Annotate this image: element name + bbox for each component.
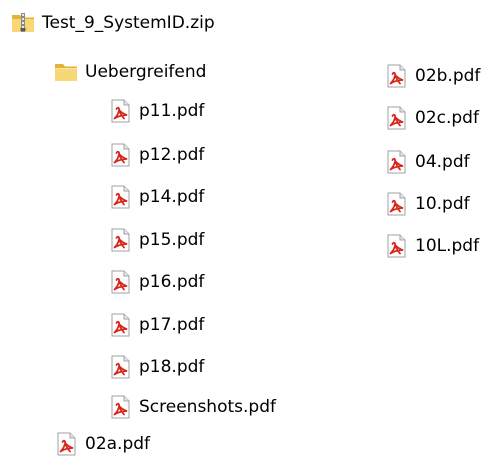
tree-item-pdf-file[interactable]: Screenshots.pdf bbox=[107, 393, 276, 421]
tree-item-root-zip[interactable]: Test_9_SystemID.zip bbox=[10, 9, 215, 37]
tree-item-pdf-file[interactable]: p15.pdf bbox=[107, 226, 204, 254]
tree-item-pdf-file[interactable]: p16.pdf bbox=[107, 268, 204, 296]
tree-item-pdf-file[interactable]: p12.pdf bbox=[107, 141, 204, 169]
tree-item-label: 02a.pdf bbox=[85, 434, 151, 454]
tree-item-label: p18.pdf bbox=[139, 357, 205, 377]
tree-item-label: 02b.pdf bbox=[415, 66, 481, 86]
tree-item-label: p11.pdf bbox=[139, 101, 205, 121]
pdf-icon bbox=[53, 431, 79, 457]
pdf-icon bbox=[383, 191, 409, 217]
pdf-icon bbox=[107, 184, 133, 210]
pdf-icon bbox=[107, 394, 133, 420]
tree-item-label: p17.pdf bbox=[139, 315, 205, 335]
zip-folder-icon bbox=[10, 10, 36, 36]
pdf-icon bbox=[107, 312, 133, 338]
tree-item-folder-uebergreifend[interactable]: Uebergreifend bbox=[53, 58, 206, 86]
tree-item-label: 10L.pdf bbox=[415, 236, 480, 256]
tree-item-label: Screenshots.pdf bbox=[139, 397, 276, 417]
pdf-icon bbox=[107, 142, 133, 168]
tree-item-pdf-file[interactable]: 10L.pdf bbox=[383, 232, 479, 260]
tree-item-label: p16.pdf bbox=[139, 272, 205, 292]
tree-item-pdf-file[interactable]: p18.pdf bbox=[107, 353, 204, 381]
tree-item-pdf-file[interactable]: 02c.pdf bbox=[383, 104, 479, 132]
tree-item-pdf-file[interactable]: p11.pdf bbox=[107, 97, 204, 125]
tree-item-label: 04.pdf bbox=[415, 152, 470, 172]
tree-item-pdf-file[interactable]: 04.pdf bbox=[383, 148, 470, 176]
tree-item-label: p12.pdf bbox=[139, 145, 205, 165]
pdf-icon bbox=[383, 233, 409, 259]
tree-item-label: 02c.pdf bbox=[415, 108, 479, 128]
pdf-icon bbox=[383, 149, 409, 175]
tree-item-pdf-file[interactable]: p17.pdf bbox=[107, 311, 204, 339]
pdf-icon bbox=[383, 105, 409, 131]
tree-item-pdf-file[interactable]: 10.pdf bbox=[383, 190, 470, 218]
pdf-icon bbox=[107, 354, 133, 380]
pdf-icon bbox=[107, 227, 133, 253]
tree-item-pdf-file[interactable]: 02a.pdf bbox=[53, 430, 150, 458]
tree-item-label: Test_9_SystemID.zip bbox=[42, 13, 215, 33]
tree-item-label: 10.pdf bbox=[415, 194, 470, 214]
tree-item-label: p15.pdf bbox=[139, 230, 205, 250]
tree-item-pdf-file[interactable]: 02b.pdf bbox=[383, 62, 480, 90]
tree-item-pdf-file[interactable]: p14.pdf bbox=[107, 183, 204, 211]
pdf-icon bbox=[107, 269, 133, 295]
tree-item-label: Uebergreifend bbox=[85, 62, 207, 82]
pdf-icon bbox=[107, 98, 133, 124]
pdf-icon bbox=[383, 63, 409, 89]
folder-icon bbox=[53, 59, 79, 85]
tree-item-label: p14.pdf bbox=[139, 187, 205, 207]
